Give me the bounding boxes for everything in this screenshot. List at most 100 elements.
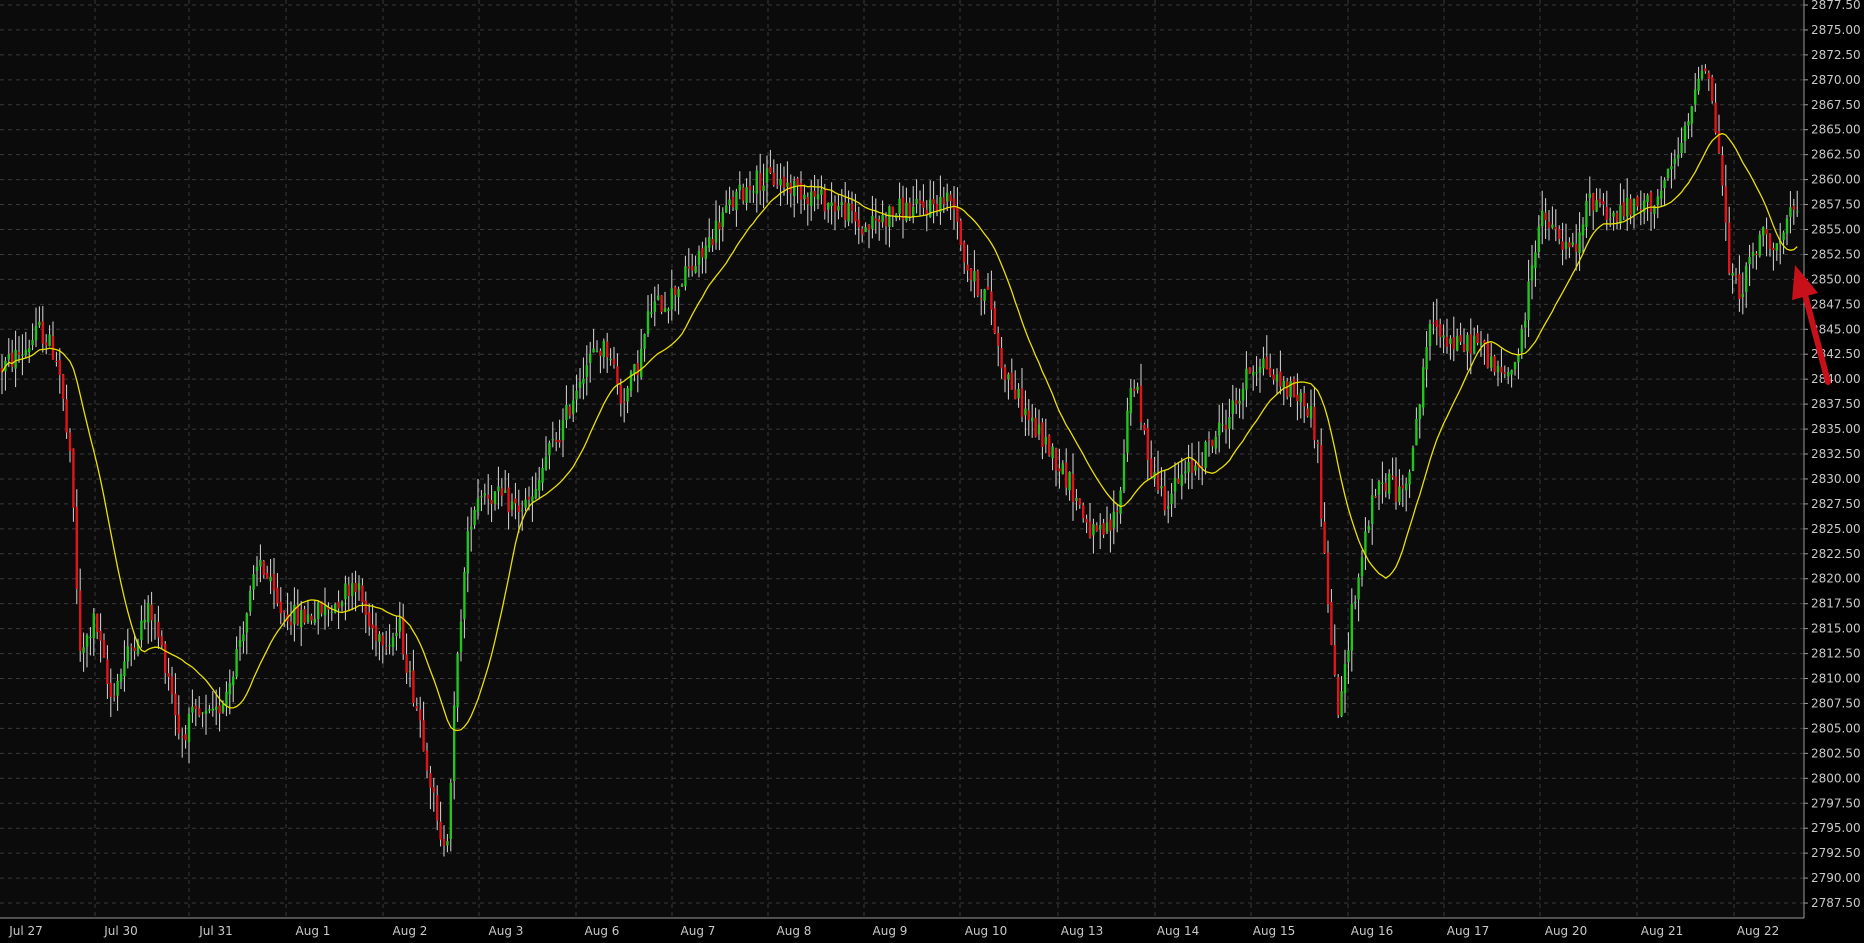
candle-down xyxy=(58,359,61,376)
candle-up xyxy=(476,498,480,512)
candle-up xyxy=(232,676,235,686)
y-tick-label: 2850.00 xyxy=(1811,272,1861,286)
candle-down xyxy=(1095,525,1098,531)
candle-down xyxy=(177,714,180,734)
candle-down xyxy=(527,496,531,500)
candle-up xyxy=(1262,358,1265,369)
candle-down xyxy=(422,720,425,752)
candle-up xyxy=(541,467,544,483)
candle-up xyxy=(1099,525,1102,530)
candle-down xyxy=(748,185,752,190)
y-tick-label: 2835.00 xyxy=(1811,422,1861,436)
candle-up xyxy=(626,388,629,402)
candle-down xyxy=(844,202,847,220)
candle-down xyxy=(1554,226,1557,230)
y-tick-label: 2840.00 xyxy=(1811,372,1861,386)
candle-up xyxy=(1092,524,1095,536)
candle-down xyxy=(415,706,418,709)
candle-up xyxy=(548,442,551,456)
candle-down xyxy=(806,196,809,205)
candle-up xyxy=(1517,354,1520,363)
y-tick-label: 2805.00 xyxy=(1811,721,1861,735)
candle-down xyxy=(1439,324,1442,337)
candle-up xyxy=(306,614,310,623)
candle-up xyxy=(1537,226,1540,252)
candle-up xyxy=(1405,483,1408,491)
y-tick-label: 2837.50 xyxy=(1811,397,1861,411)
candle-down xyxy=(636,363,639,376)
candle-down xyxy=(1010,372,1013,390)
x-tick-label: Aug 22 xyxy=(1737,924,1780,938)
candle-down xyxy=(1401,485,1404,489)
candle-down xyxy=(874,218,877,221)
candle-up xyxy=(1180,474,1183,486)
candle-up xyxy=(255,566,259,572)
candle-down xyxy=(1078,498,1081,505)
candle-up xyxy=(779,178,782,186)
candle-down xyxy=(1133,388,1136,391)
candle-up xyxy=(1775,243,1778,251)
candle-up xyxy=(1789,207,1792,217)
candle-up xyxy=(119,673,123,682)
candle-down xyxy=(980,298,983,300)
candle-down xyxy=(1452,337,1455,350)
candle-up xyxy=(1663,179,1666,189)
candle-up xyxy=(725,205,728,213)
candle-down xyxy=(1027,410,1030,421)
candle-up xyxy=(1105,522,1109,533)
candle-down xyxy=(1765,228,1768,235)
candle-up xyxy=(1061,463,1064,475)
candle-up xyxy=(293,604,296,625)
y-tick-label: 2862.50 xyxy=(1811,148,1861,162)
y-tick-label: 2832.50 xyxy=(1811,447,1861,461)
candle-down xyxy=(1272,374,1275,380)
candle-up xyxy=(1782,232,1785,241)
candle-down xyxy=(1435,320,1438,327)
candle-up xyxy=(847,203,850,222)
y-tick-label: 2852.50 xyxy=(1811,247,1861,261)
y-tick-label: 2820.00 xyxy=(1811,572,1861,586)
candle-up xyxy=(238,640,242,648)
candle-down xyxy=(109,682,112,697)
candle-down xyxy=(993,308,996,334)
candle-down xyxy=(891,206,894,216)
candle-down xyxy=(361,585,364,603)
candle-down xyxy=(1313,406,1316,441)
candle-up xyxy=(147,603,150,623)
candle-down xyxy=(1102,523,1105,535)
y-tick-label: 2847.50 xyxy=(1811,297,1861,311)
candle-up xyxy=(983,289,986,301)
candle-up xyxy=(677,288,680,298)
candle-down xyxy=(813,190,816,197)
candle-down xyxy=(198,708,201,716)
candle-down xyxy=(612,358,616,365)
candle-down xyxy=(1150,458,1153,477)
candle-down xyxy=(1394,476,1398,502)
y-tick-label: 2875.00 xyxy=(1811,23,1861,37)
y-tick-label: 2815.00 xyxy=(1811,622,1861,636)
candle-up xyxy=(762,185,765,191)
candle-up xyxy=(82,647,85,653)
candle-down xyxy=(691,265,694,271)
candle-down xyxy=(1486,341,1489,368)
candle-up xyxy=(663,307,667,313)
candle-down xyxy=(833,202,837,212)
candle-down xyxy=(279,601,282,614)
candle-up xyxy=(1007,374,1010,380)
candle-up xyxy=(1129,387,1132,414)
candle-down xyxy=(439,821,442,840)
candle-down xyxy=(1568,242,1571,248)
y-tick-label: 2825.00 xyxy=(1811,522,1861,536)
x-tick-label: Aug 10 xyxy=(965,924,1008,938)
candle-up xyxy=(228,683,231,695)
candle-up xyxy=(245,613,248,633)
candle-up xyxy=(1044,436,1047,445)
candle-up xyxy=(640,348,643,378)
candle-up xyxy=(837,205,840,211)
candle-down xyxy=(1235,400,1238,405)
candle-up xyxy=(1367,525,1370,531)
candle-up xyxy=(544,456,548,470)
candle-down xyxy=(1000,347,1003,369)
candle-up xyxy=(905,202,908,221)
candle-down xyxy=(606,341,609,358)
